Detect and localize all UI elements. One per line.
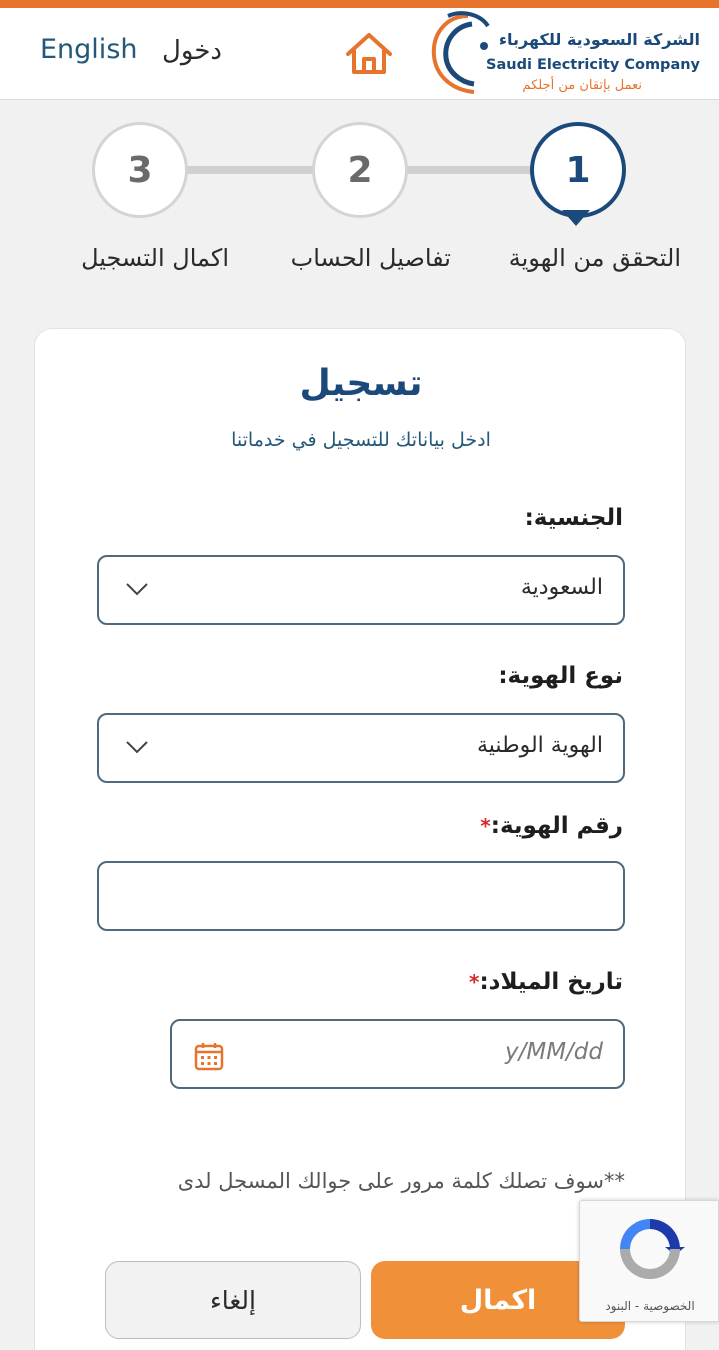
active-step-pointer	[562, 210, 590, 226]
nationality-value: السعودية	[520, 575, 603, 600]
registration-stepper: 1 2 3 التحقق من الهوية تفاصيل الحساب اكم…	[0, 110, 719, 290]
birth-date-label: تاريخ الميلاد:	[479, 969, 623, 995]
step-connector	[404, 166, 534, 174]
recaptcha-icon	[620, 1219, 685, 1279]
password-note: **سوف تصلك كلمة مرور على جوالك المسجل لد…	[177, 1169, 625, 1193]
top-bar: English دخول الشركة السعودية للكهرباء Sa…	[0, 0, 719, 100]
id-number-label-group: رقم الهوية:*	[480, 813, 623, 839]
step-2-label: تفاصيل الحساب	[290, 244, 451, 272]
top-accent-stripe	[0, 0, 719, 8]
id-type-value: الهوية الوطنية	[477, 733, 603, 758]
step-3-label: اكمال التسجيل	[81, 244, 229, 272]
step-3-circle: 3	[92, 122, 188, 218]
login-link[interactable]: دخول	[162, 36, 222, 66]
recaptcha-links[interactable]: الخصوصية - البنود	[580, 1299, 719, 1313]
step-2-circle: 2	[312, 122, 408, 218]
required-asterisk: *	[480, 814, 491, 838]
id-number-label: رقم الهوية:	[490, 813, 623, 839]
nationality-label: الجنسية:	[524, 505, 623, 531]
recaptcha-badge[interactable]: الخصوصية - البنود	[579, 1200, 719, 1322]
english-language-link[interactable]: English	[40, 34, 138, 65]
logo-name-arabic: الشركة السعودية للكهرباء	[498, 30, 700, 49]
form-subtitle: ادخل بياناتك للتسجيل في خدماتنا	[231, 429, 491, 451]
logo-mark-icon	[431, 11, 490, 94]
chevron-down-icon	[126, 583, 148, 596]
company-logo[interactable]: الشركة السعودية للكهرباء Saudi Electrici…	[428, 10, 704, 96]
required-asterisk: *	[469, 970, 480, 994]
birth-date-placeholder: y/MM/dd	[505, 1039, 603, 1065]
calendar-icon[interactable]	[194, 1041, 224, 1071]
birth-date-input[interactable]: y/MM/dd	[170, 1019, 625, 1089]
step-1-label: التحقق من الهوية	[508, 244, 681, 272]
registration-card: تسجيل ادخل بياناتك للتسجيل في خدماتنا ال…	[34, 328, 686, 1350]
id-type-label: نوع الهوية:	[498, 663, 623, 689]
home-icon[interactable]	[344, 30, 394, 76]
step-connector	[186, 166, 316, 174]
chevron-down-icon	[126, 741, 148, 754]
id-type-select[interactable]: الهوية الوطنية	[97, 713, 625, 783]
step-1-circle: 1	[530, 122, 626, 218]
logo-name-english: Saudi Electricity Company	[486, 57, 700, 73]
birth-date-label-group: تاريخ الميلاد:*	[469, 969, 623, 995]
cancel-button[interactable]: إلغاء	[105, 1261, 361, 1339]
id-number-input[interactable]	[97, 861, 625, 931]
logo-tagline: نعمل بإتقان من أجلكم	[522, 78, 642, 93]
nationality-select[interactable]: السعودية	[97, 555, 625, 625]
form-title: تسجيل	[299, 363, 423, 404]
